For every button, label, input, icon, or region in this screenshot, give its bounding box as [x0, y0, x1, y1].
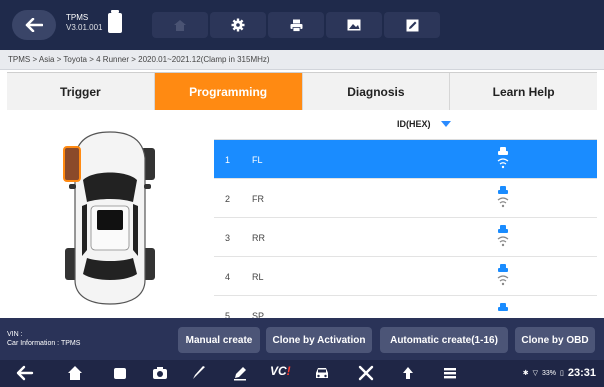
action-bar: VIN : Car Information : TPMS Manual crea…: [0, 318, 604, 360]
main-content: ID(HEX) 1 FL 2 FR 3 RR 4 RL 5 SP: [7, 110, 597, 318]
tab-bar: Trigger Programming Diagnosis Learn Help: [7, 72, 597, 110]
sort-down-icon[interactable]: [441, 121, 451, 127]
sensor-signal-icon: [497, 264, 509, 286]
manual-create-button[interactable]: Manual create: [178, 327, 260, 353]
app-name: TPMS: [66, 13, 89, 22]
wifi-icon: ▽: [532, 370, 538, 377]
row-number: 2: [225, 194, 231, 204]
status-area: ✱ ▽ 33% ▯ 23:31: [523, 367, 596, 379]
edit-icon[interactable]: [232, 365, 248, 381]
app-title: TPMS V3.01.001: [66, 13, 102, 33]
home-button[interactable]: [152, 12, 208, 38]
vehicle-info: VIN : Car Information : TPMS: [7, 330, 80, 348]
gear-icon: [231, 18, 245, 32]
tire-position: RL: [252, 272, 264, 282]
tire-position: FL: [252, 155, 263, 165]
table-row[interactable]: 5 SP: [214, 296, 597, 318]
print-button[interactable]: [268, 12, 324, 38]
back-button[interactable]: [12, 10, 56, 40]
clock: 23:31: [567, 367, 596, 379]
row-number: 3: [225, 233, 231, 243]
sensor-table: ID(HEX) 1 FL 2 FR 3 RR 4 RL 5 SP: [214, 110, 597, 318]
car-icon[interactable]: [314, 365, 330, 381]
table-header: ID(HEX): [214, 110, 597, 140]
car-top-view-icon: [63, 131, 155, 305]
table-row[interactable]: 2 FR: [214, 179, 597, 218]
clone-by-obd-button[interactable]: Clone by OBD: [515, 327, 595, 353]
sensor-signal-icon: [497, 186, 509, 208]
battery-percent: 33%: [541, 369, 556, 377]
back-icon[interactable]: [16, 365, 34, 381]
vin-label: VIN :: [7, 331, 23, 338]
row-number: 4: [225, 272, 231, 282]
sensor-signal-icon: [497, 225, 509, 247]
screenshot-button[interactable]: [326, 12, 382, 38]
car-information: Car Information : TPMS: [7, 340, 81, 347]
upload-icon[interactable]: [400, 365, 416, 381]
edit-button[interactable]: [384, 12, 440, 38]
settings-button[interactable]: [210, 12, 266, 38]
brush-icon[interactable]: [191, 365, 207, 381]
app-version: V3.01.001: [66, 23, 103, 32]
tire-position: SP: [252, 311, 265, 318]
row-number: 1: [225, 155, 231, 165]
image-icon: [347, 19, 361, 31]
home-icon[interactable]: [67, 365, 83, 381]
table-row[interactable]: 4 RL: [214, 257, 597, 296]
system-nav-bar: VC! ✱ ▽ 33% ▯ 23:31: [0, 360, 604, 387]
menu-icon[interactable]: [442, 365, 458, 381]
automatic-create-button[interactable]: Automatic create(1-16): [380, 327, 508, 353]
tire-position: FR: [252, 194, 264, 204]
sensor-signal-icon: [497, 147, 509, 169]
camera-icon[interactable]: [152, 365, 168, 381]
app-header: TPMS V3.01.001: [0, 0, 604, 50]
edit-icon: [406, 19, 418, 31]
clone-by-activation-button[interactable]: Clone by Activation: [266, 327, 372, 353]
tools-icon[interactable]: [358, 365, 374, 381]
table-row[interactable]: 1 FL: [214, 140, 597, 179]
tab-diagnosis[interactable]: Diagnosis: [302, 73, 451, 110]
column-header-id[interactable]: ID(HEX): [397, 119, 431, 129]
tab-learn-help[interactable]: Learn Help: [450, 73, 597, 110]
table-row[interactable]: 3 RR: [214, 218, 597, 257]
breadcrumb: TPMS > Asia > Toyota > 4 Runner > 2020.0…: [0, 50, 604, 70]
vehicle-diagram: [7, 110, 214, 318]
printer-icon: [290, 19, 302, 32]
recent-apps-icon[interactable]: [112, 365, 128, 381]
tab-programming[interactable]: Programming: [154, 73, 303, 110]
row-number: 5: [225, 311, 231, 318]
back-arrow-icon: [25, 18, 43, 32]
vci-icon[interactable]: VC!: [270, 364, 291, 378]
battery-icon: [108, 10, 122, 33]
battery-icon: ▯: [560, 370, 564, 377]
sensor-signal-icon: [498, 303, 508, 311]
tire-position: RR: [252, 233, 265, 243]
home-icon: [174, 19, 186, 31]
tab-trigger[interactable]: Trigger: [7, 73, 155, 110]
bluetooth-icon: ✱: [522, 370, 529, 377]
